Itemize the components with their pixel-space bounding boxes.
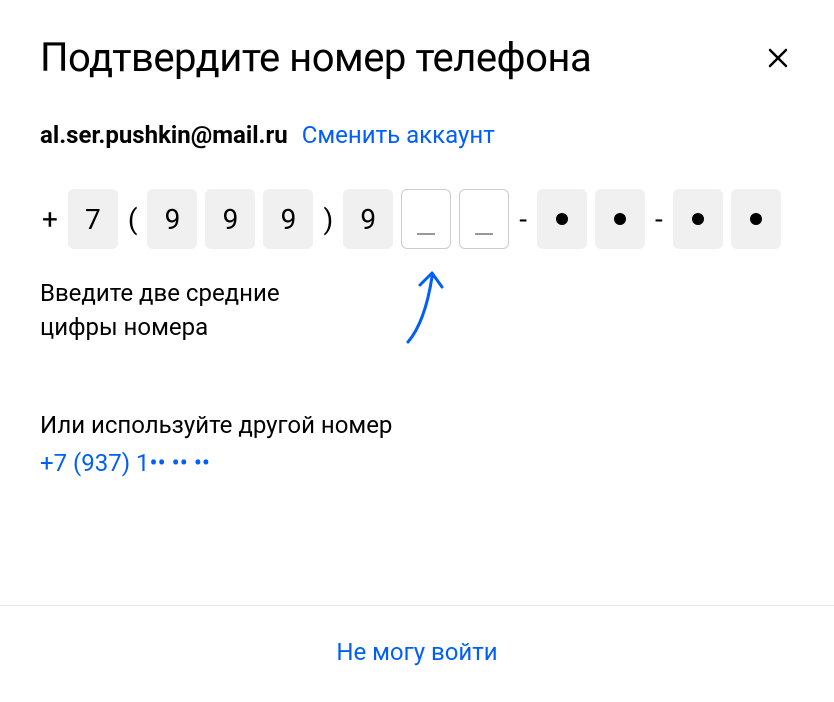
area-digit-1: 9 (147, 189, 197, 249)
dialog-title: Подтвердите номер телефона (40, 34, 591, 81)
masked-digit-1 (537, 189, 587, 249)
alternative-phone-link[interactable]: +7 (937) 1•• •• •• (40, 449, 794, 477)
close-icon (766, 46, 790, 70)
dot-icon (692, 213, 704, 225)
change-account-link[interactable]: Сменить аккаунт (302, 121, 495, 149)
country-code-digit: 7 (68, 189, 118, 249)
area-digit-3: 9 (263, 189, 313, 249)
dash-2: - (655, 203, 663, 236)
account-email: al.ser.pushkin@mail.ru (40, 121, 288, 149)
open-paren: ( (128, 203, 138, 236)
alternative-section: Или используйте другой номер +7 (937) 1•… (40, 411, 794, 477)
close-button[interactable] (762, 42, 794, 74)
masked-digit-4 (731, 189, 781, 249)
dot-icon (556, 213, 568, 225)
verify-digit-input-2[interactable] (459, 189, 509, 249)
dot-icon (614, 213, 626, 225)
verify-digit-input-1[interactable] (401, 189, 451, 249)
area-digit-2: 9 (205, 189, 255, 249)
alternative-label: Или используйте другой номер (40, 411, 794, 439)
curved-arrow-icon (400, 267, 450, 347)
phone-input-row: + 7 ( 9 9 9 ) 9 - - (40, 189, 794, 249)
input-underscore (475, 233, 493, 235)
arrow-indicator (400, 267, 450, 351)
account-row: al.ser.pushkin@mail.ru Сменить аккаунт (40, 121, 794, 149)
hint-text: Введите две средние цифры номера (40, 277, 340, 344)
dialog-header: Подтвердите номер телефона (40, 34, 794, 81)
dash-1: - (519, 203, 527, 236)
masked-digit-2 (595, 189, 645, 249)
input-underscore (417, 233, 435, 235)
plus-sign: + (42, 203, 58, 236)
masked-digit-3 (673, 189, 723, 249)
close-paren: ) (323, 203, 333, 236)
dialog-footer: Не могу войти (0, 605, 834, 702)
hint-row: Введите две средние цифры номера (40, 277, 794, 351)
prefix-digit-1: 9 (343, 189, 393, 249)
dot-icon (750, 213, 762, 225)
cant-login-link[interactable]: Не могу войти (336, 638, 497, 666)
